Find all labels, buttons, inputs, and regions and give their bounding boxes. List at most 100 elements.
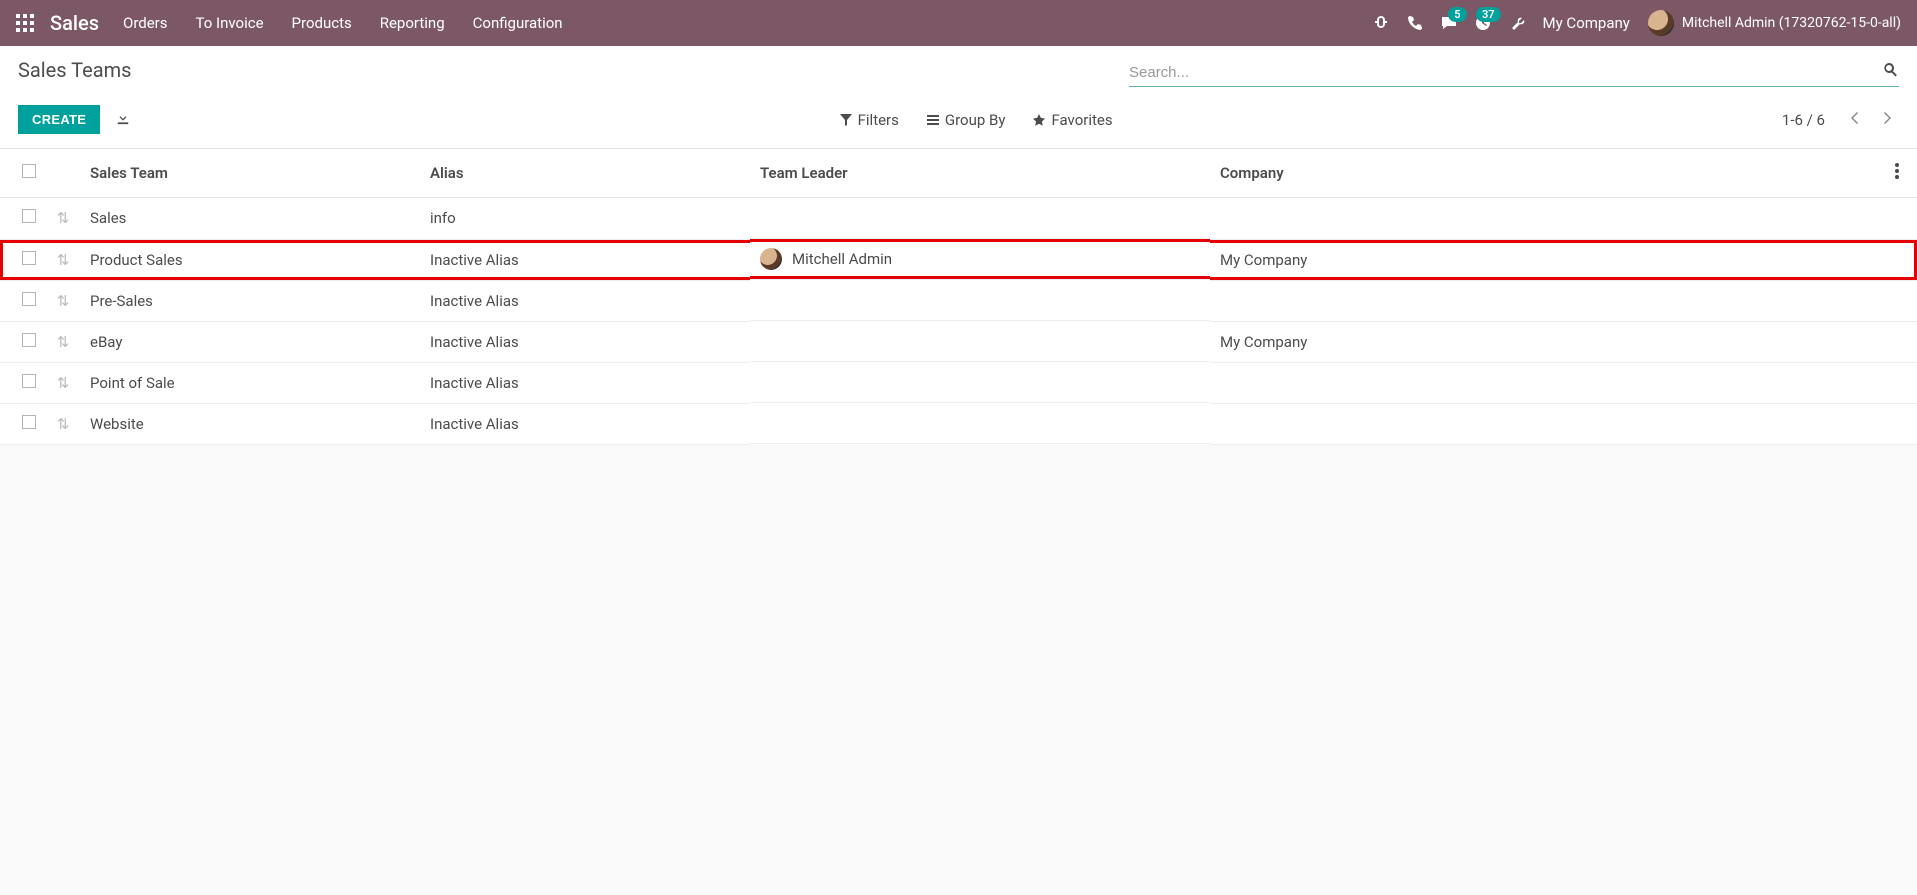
table-row[interactable]: ⇅ Salesinfo	[0, 198, 1917, 240]
cell-trailing	[1885, 321, 1917, 362]
cell-leader[interactable]	[750, 362, 1210, 403]
nav-menu-products[interactable]: Products	[292, 14, 352, 32]
pager-prev-icon[interactable]	[1843, 106, 1867, 134]
row-handle[interactable]: ⇅	[46, 403, 80, 444]
pager-text[interactable]: 1-6 / 6	[1782, 111, 1825, 129]
cell-name[interactable]: Point of Sale	[80, 362, 420, 403]
cell-company[interactable]: My Company	[1210, 321, 1885, 362]
col-header-company[interactable]: Company	[1210, 149, 1885, 198]
activities-badge: 37	[1476, 7, 1501, 22]
user-avatar-icon	[1648, 10, 1674, 36]
cell-company[interactable]	[1210, 403, 1885, 444]
search-input-wrap	[1129, 58, 1899, 87]
cell-name[interactable]: eBay	[80, 321, 420, 362]
col-header-leader[interactable]: Team Leader	[750, 149, 1210, 198]
drag-handle-icon: ⇅	[57, 333, 70, 351]
cell-name[interactable]: Product Sales	[80, 239, 420, 280]
phone-icon[interactable]	[1407, 15, 1423, 31]
row-handle[interactable]: ⇅	[46, 280, 80, 321]
nav-left: Sales Orders To Invoice Products Reporti…	[16, 11, 563, 35]
list-view: Sales Team Alias Team Leader Company ⇅ Sa…	[0, 149, 1917, 445]
sales-teams-table: Sales Team Alias Team Leader Company ⇅ Sa…	[0, 149, 1917, 445]
row-handle[interactable]: ⇅	[46, 239, 80, 280]
row-handle[interactable]: ⇅	[46, 198, 80, 240]
cell-alias[interactable]: Inactive Alias	[420, 239, 750, 280]
drag-handle-icon: ⇅	[57, 251, 70, 269]
messaging-icon[interactable]: 5	[1441, 15, 1457, 31]
nav-menu-orders[interactable]: Orders	[123, 14, 168, 32]
row-checkbox-cell	[0, 362, 46, 403]
table-row[interactable]: ⇅ eBayInactive Alias My Company	[0, 321, 1917, 362]
cell-leader[interactable]	[750, 403, 1210, 444]
kebab-icon	[1895, 165, 1899, 183]
nav-menu-reporting[interactable]: Reporting	[380, 14, 445, 32]
row-checkbox[interactable]	[22, 374, 36, 388]
tools-icon[interactable]	[1509, 15, 1525, 31]
cell-alias[interactable]: Inactive Alias	[420, 403, 750, 444]
download-icon[interactable]	[116, 111, 130, 129]
row-checkbox[interactable]	[22, 292, 36, 306]
row-checkbox[interactable]	[22, 333, 36, 347]
row-checkbox[interactable]	[22, 415, 36, 429]
cp-top: Sales Teams	[18, 58, 1899, 87]
cell-name[interactable]: Sales	[80, 198, 420, 240]
cell-alias[interactable]: Inactive Alias	[420, 280, 750, 321]
row-handle[interactable]: ⇅	[46, 362, 80, 403]
control-panel: Sales Teams CREATE Filters Group	[0, 46, 1917, 149]
user-menu[interactable]: Mitchell Admin (17320762-15-0-all)	[1648, 10, 1901, 36]
groupby-button[interactable]: Group By	[927, 111, 1006, 129]
cell-trailing	[1885, 239, 1917, 280]
row-checkbox[interactable]	[22, 209, 36, 223]
row-checkbox-cell	[0, 280, 46, 321]
search-input[interactable]	[1129, 64, 1883, 81]
groupby-label: Group By	[945, 111, 1006, 129]
row-checkbox[interactable]	[22, 251, 36, 265]
col-header-name[interactable]: Sales Team	[80, 149, 420, 198]
search-wrap	[1129, 58, 1899, 87]
activities-icon[interactable]: 37	[1475, 15, 1491, 31]
nav-menu-configuration[interactable]: Configuration	[473, 14, 563, 32]
create-button[interactable]: CREATE	[18, 105, 100, 134]
cell-leader[interactable]: Mitchell Admin	[750, 239, 1210, 280]
table-row[interactable]: ⇅WebsiteInactive Alias	[0, 403, 1917, 444]
cell-alias[interactable]: Inactive Alias	[420, 362, 750, 403]
cell-name[interactable]: Pre-Sales	[80, 280, 420, 321]
cell-company[interactable]: My Company	[1210, 239, 1885, 280]
row-handle[interactable]: ⇅	[46, 321, 80, 362]
nav-right: 5 37 My Company Mitchell Admin (17320762…	[1373, 10, 1901, 36]
table-row[interactable]: ⇅ Pre-SalesInactive Alias	[0, 280, 1917, 321]
favorites-button[interactable]: Favorites	[1033, 111, 1112, 129]
drag-handle-icon: ⇅	[57, 292, 70, 310]
top-navbar: Sales Orders To Invoice Products Reporti…	[0, 0, 1917, 46]
pager-next-icon[interactable]	[1875, 106, 1899, 134]
cell-leader[interactable]	[750, 280, 1210, 321]
select-all-checkbox[interactable]	[22, 164, 36, 178]
col-header-options[interactable]	[1885, 149, 1917, 198]
debug-icon[interactable]	[1373, 15, 1389, 31]
leader-name: Mitchell Admin	[792, 250, 892, 268]
leader-avatar-icon	[760, 248, 782, 270]
page-title: Sales Teams	[18, 58, 131, 82]
filters-button[interactable]: Filters	[840, 111, 899, 129]
table-header-row: Sales Team Alias Team Leader Company	[0, 149, 1917, 198]
nav-menu-to-invoice[interactable]: To Invoice	[196, 14, 264, 32]
app-brand[interactable]: Sales	[50, 11, 99, 35]
row-checkbox-cell	[0, 321, 46, 362]
apps-icon[interactable]	[16, 14, 34, 32]
cell-leader[interactable]	[750, 198, 1210, 239]
cell-company[interactable]	[1210, 280, 1885, 321]
cell-company[interactable]	[1210, 198, 1885, 240]
cell-alias[interactable]: Inactive Alias	[420, 321, 750, 362]
favorites-label: Favorites	[1051, 111, 1112, 129]
search-icon[interactable]	[1883, 62, 1899, 82]
company-switcher[interactable]: My Company	[1543, 14, 1630, 32]
col-header-alias[interactable]: Alias	[420, 149, 750, 198]
drag-handle-icon: ⇅	[57, 209, 70, 227]
cell-leader[interactable]	[750, 321, 1210, 362]
cell-company[interactable]	[1210, 362, 1885, 403]
table-row[interactable]: ⇅ Product SalesInactive Alias Mitchell Adm…	[0, 239, 1917, 280]
cell-name[interactable]: Website	[80, 403, 420, 444]
table-row[interactable]: ⇅Point of SaleInactive Alias	[0, 362, 1917, 403]
cell-alias[interactable]: info	[420, 198, 750, 240]
cp-right: 1-6 / 6	[1782, 106, 1899, 134]
